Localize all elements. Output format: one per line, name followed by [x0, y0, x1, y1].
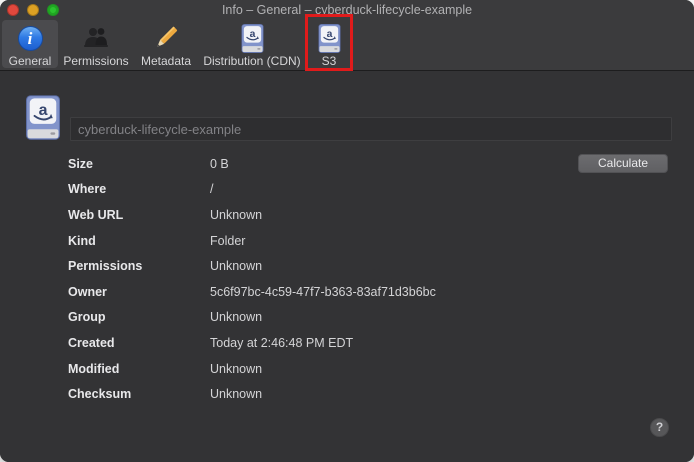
help-button[interactable]: ?	[650, 418, 669, 437]
info-row-created: Created Today at 2:46:48 PM EDT	[0, 330, 694, 356]
amazon-drive-icon	[26, 95, 60, 140]
tab-s3-label: S3	[322, 54, 337, 68]
row-value: Folder	[210, 234, 245, 248]
row-label: Checksum	[68, 387, 131, 401]
tab-s3[interactable]: S3	[306, 20, 352, 68]
row-value: Unknown	[210, 362, 262, 376]
tab-permissions-label: Permissions	[63, 54, 128, 68]
tab-distribution-cdn[interactable]: Distribution (CDN)	[198, 20, 306, 68]
info-row-owner: Owner 5c6f97bc-4c59-47f7-b363-83af71d3b6…	[0, 279, 694, 305]
info-row-kind: Kind Folder	[0, 228, 694, 254]
bucket-name-input[interactable]	[70, 117, 672, 141]
row-label: Created	[68, 336, 115, 350]
people-icon	[81, 23, 111, 53]
row-label: Modified	[68, 362, 119, 376]
row-value: 0 B	[210, 157, 229, 171]
row-label: Where	[68, 182, 106, 196]
tab-distribution-cdn-label: Distribution (CDN)	[203, 54, 300, 68]
row-label: Group	[68, 310, 106, 324]
pencil-icon	[152, 23, 180, 53]
row-value: Unknown	[210, 208, 262, 222]
row-value: Unknown	[210, 310, 262, 324]
info-icon: i	[18, 23, 43, 53]
info-row-web-url: Web URL Unknown	[0, 202, 694, 228]
window-title: Info – General – cyberduck-lifecycle-exa…	[0, 0, 694, 20]
info-row-where: Where /	[0, 177, 694, 203]
row-value: Today at 2:46:48 PM EDT	[210, 336, 353, 350]
info-row-permissions: Permissions Unknown	[0, 253, 694, 279]
info-row-group: Group Unknown	[0, 305, 694, 331]
calculate-button[interactable]: Calculate	[578, 154, 668, 173]
amazon-drive-icon	[318, 23, 341, 53]
row-value: Unknown	[210, 259, 262, 273]
row-label: Web URL	[68, 208, 123, 222]
row-label: Owner	[68, 285, 107, 299]
info-rows: Size 0 B Where / Web URL Unknown Kind Fo…	[0, 151, 694, 407]
info-window: Info – General – cyberduck-lifecycle-exa…	[0, 0, 694, 462]
tab-permissions[interactable]: Permissions	[58, 20, 134, 68]
row-value: 5c6f97bc-4c59-47f7-b363-83af71d3b6bc	[210, 285, 436, 299]
window-chrome: Info – General – cyberduck-lifecycle-exa…	[0, 0, 694, 71]
amazon-drive-icon	[241, 23, 264, 53]
row-value: /	[210, 182, 213, 196]
info-row-checksum: Checksum Unknown	[0, 381, 694, 407]
general-panel: Size 0 B Where / Web URL Unknown Kind Fo…	[0, 72, 694, 462]
tab-metadata[interactable]: Metadata	[134, 20, 198, 68]
toolbar: i General Permissions	[2, 20, 352, 68]
tab-metadata-label: Metadata	[141, 54, 191, 68]
row-label: Size	[68, 157, 93, 171]
tab-general[interactable]: i General	[2, 20, 58, 68]
titlebar: Info – General – cyberduck-lifecycle-exa…	[0, 0, 694, 20]
tab-general-label: General	[9, 54, 52, 68]
row-label: Kind	[68, 234, 96, 248]
row-value: Unknown	[210, 387, 262, 401]
info-row-modified: Modified Unknown	[0, 356, 694, 382]
row-label: Permissions	[68, 259, 142, 273]
